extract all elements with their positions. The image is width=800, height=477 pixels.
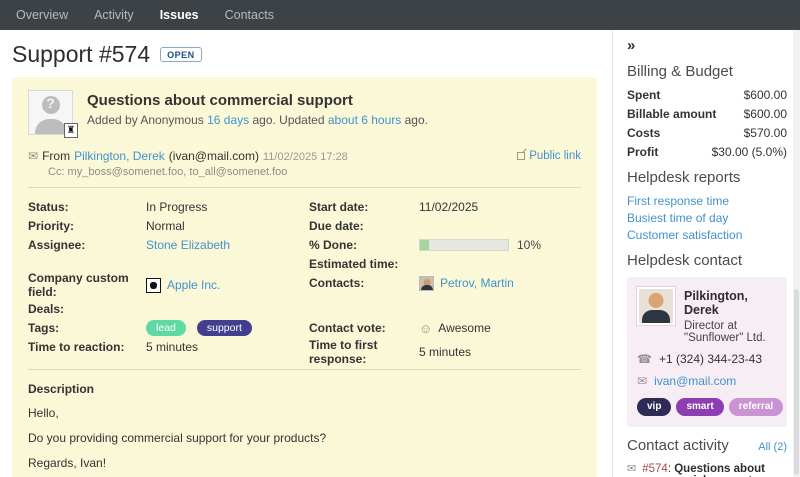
report-link-first-response[interactable]: First response time xyxy=(627,194,787,208)
tag-pill-lead[interactable]: lead xyxy=(146,320,186,337)
contact-card: Pilkington, Derek Director at "Sunflower… xyxy=(627,277,787,427)
contact-phone-row: ☎ +1 (324) 344-23-43 xyxy=(637,352,777,366)
field-status: Status: In Progress xyxy=(28,198,309,216)
contact-phone: +1 (324) 344-23-43 xyxy=(659,352,762,366)
reports-heading: Helpdesk reports xyxy=(627,169,787,186)
assignee-link[interactable]: Stone Elizabeth xyxy=(146,238,230,252)
report-link-busiest-time[interactable]: Busiest time of day xyxy=(627,211,787,225)
activity-issue-link[interactable]: #574 xyxy=(642,463,668,475)
nav-contacts[interactable]: Contacts xyxy=(225,8,274,22)
field-assignee: Assignee: Stone Elizabeth xyxy=(28,236,309,254)
field-start-date: Start date: 11/02/2025 xyxy=(309,198,581,216)
company-logo-icon xyxy=(146,278,161,293)
updated-ago-link[interactable]: about 6 hours xyxy=(328,113,401,127)
field-company: Company custom field: Apple Inc. xyxy=(28,271,309,299)
field-contacts: Contacts: Petrov, Martin xyxy=(309,274,581,292)
sidebar: » Billing & Budget Spent $600.00 Billabl… xyxy=(612,30,800,477)
contact-photo xyxy=(637,287,675,325)
added-ago-link[interactable]: 16 days xyxy=(207,113,249,127)
page-title: Support #574 xyxy=(12,41,150,68)
field-deals: Deals: xyxy=(28,300,309,318)
field-priority: Priority: Normal xyxy=(28,217,309,235)
cc-line: Cc: my_boss@somenet.foo, to_all@somenet.… xyxy=(48,166,581,178)
billing-heading: Billing & Budget xyxy=(627,63,787,80)
scrollbar-thumb[interactable] xyxy=(794,289,799,475)
from-datetime: 11/02/2025 17:28 xyxy=(263,151,348,163)
contact-role: Director at "Sunflower" Ltd. xyxy=(684,320,777,344)
description-heading: Description xyxy=(28,382,581,396)
description-block: Description Hello, Do you providing comm… xyxy=(28,370,581,470)
phone-icon: ☎ xyxy=(637,352,652,366)
progress-percent: 10% xyxy=(517,238,541,252)
nav-activity[interactable]: Activity xyxy=(94,8,134,22)
description-paragraph: Do you providing commercial support for … xyxy=(28,431,581,445)
from-row: ✉ From Pilkington, Derek (ivan@mail.com)… xyxy=(28,149,581,163)
main-content: Support #574 OPEN ? ♜ Questions about co… xyxy=(0,30,612,477)
report-link-satisfaction[interactable]: Customer satisfaction xyxy=(627,228,787,242)
field-tags: Tags: lead support xyxy=(28,319,309,337)
avatar-overlay-icon: ♜ xyxy=(64,123,78,138)
nav-overview[interactable]: Overview xyxy=(16,8,68,22)
envelope-icon: ✉ xyxy=(28,149,38,163)
description-paragraph: Hello, xyxy=(28,406,581,420)
contact-email-link[interactable]: ivan@mail.com xyxy=(654,374,736,388)
contact-activity-heading: Contact activity xyxy=(627,437,729,454)
billing-row-profit: Profit $30.00 (5.0%) xyxy=(627,145,787,159)
progress-bar xyxy=(419,239,509,251)
description-paragraph: Regards, Ivan! xyxy=(28,456,581,470)
contact-name: Pilkington, Derek xyxy=(684,289,777,317)
scrollbar[interactable] xyxy=(793,30,800,477)
from-contact-link[interactable]: Pilkington, Derek xyxy=(74,149,165,163)
billing-row-spent: Spent $600.00 xyxy=(627,88,787,102)
contact-email-row: ✉ ivan@mail.com xyxy=(637,374,777,388)
contact-link[interactable]: Petrov, Martin xyxy=(440,276,514,290)
field-due-date: Due date: xyxy=(309,217,581,235)
public-link[interactable]: Public link xyxy=(517,150,581,162)
field-time-to-reaction: Time to reaction: 5 minutes xyxy=(28,338,309,356)
billing-row-billable: Billable amount $600.00 xyxy=(627,107,787,121)
fields-grid: Status: In Progress Priority: Normal Ass… xyxy=(28,188,581,369)
tag-pill-support[interactable]: support xyxy=(197,320,252,337)
ticket-panel: ? ♜ Questions about commercial support A… xyxy=(12,77,597,477)
field-percent-done: % Done: 10% xyxy=(309,236,581,254)
smiley-icon: ☺ xyxy=(419,321,432,336)
field-estimated-time: Estimated time: xyxy=(309,255,581,273)
from-label: From xyxy=(42,149,70,163)
field-contact-vote: Contact vote: ☺ Awesome xyxy=(309,319,581,337)
contact-badge-vip[interactable]: vip xyxy=(637,398,671,416)
activity-all-link[interactable]: All (2) xyxy=(758,441,787,453)
anonymous-avatar: ? ♜ xyxy=(28,90,73,135)
contact-badge-referral[interactable]: referral xyxy=(729,398,783,416)
status-badge: OPEN xyxy=(160,47,202,62)
mail-icon: ✉ xyxy=(627,462,636,475)
billing-row-costs: Costs $570.00 xyxy=(627,126,787,140)
nav-issues[interactable]: Issues xyxy=(160,8,199,22)
from-email: (ivan@mail.com) xyxy=(169,149,259,163)
field-time-to-first-response: Time to first response: 5 minutes xyxy=(309,338,581,366)
company-link[interactable]: Apple Inc. xyxy=(167,278,220,292)
ticket-added-line: Added by Anonymous 16 days ago. Updated … xyxy=(87,113,428,127)
envelope-icon: ✉ xyxy=(637,374,647,388)
ticket-title: Questions about commercial support xyxy=(87,92,428,109)
top-nav: Overview Activity Issues Contacts xyxy=(0,0,800,30)
helpdesk-contact-heading: Helpdesk contact xyxy=(627,252,787,269)
sidebar-collapse-icon[interactable]: » xyxy=(627,38,787,53)
contact-avatar xyxy=(419,276,434,291)
progress-bar-fill xyxy=(420,240,429,250)
activity-item: ✉ #574: Questions about commercial suppo… xyxy=(627,462,787,477)
external-link-icon xyxy=(517,152,525,160)
contact-badge-smart[interactable]: smart xyxy=(676,398,723,416)
